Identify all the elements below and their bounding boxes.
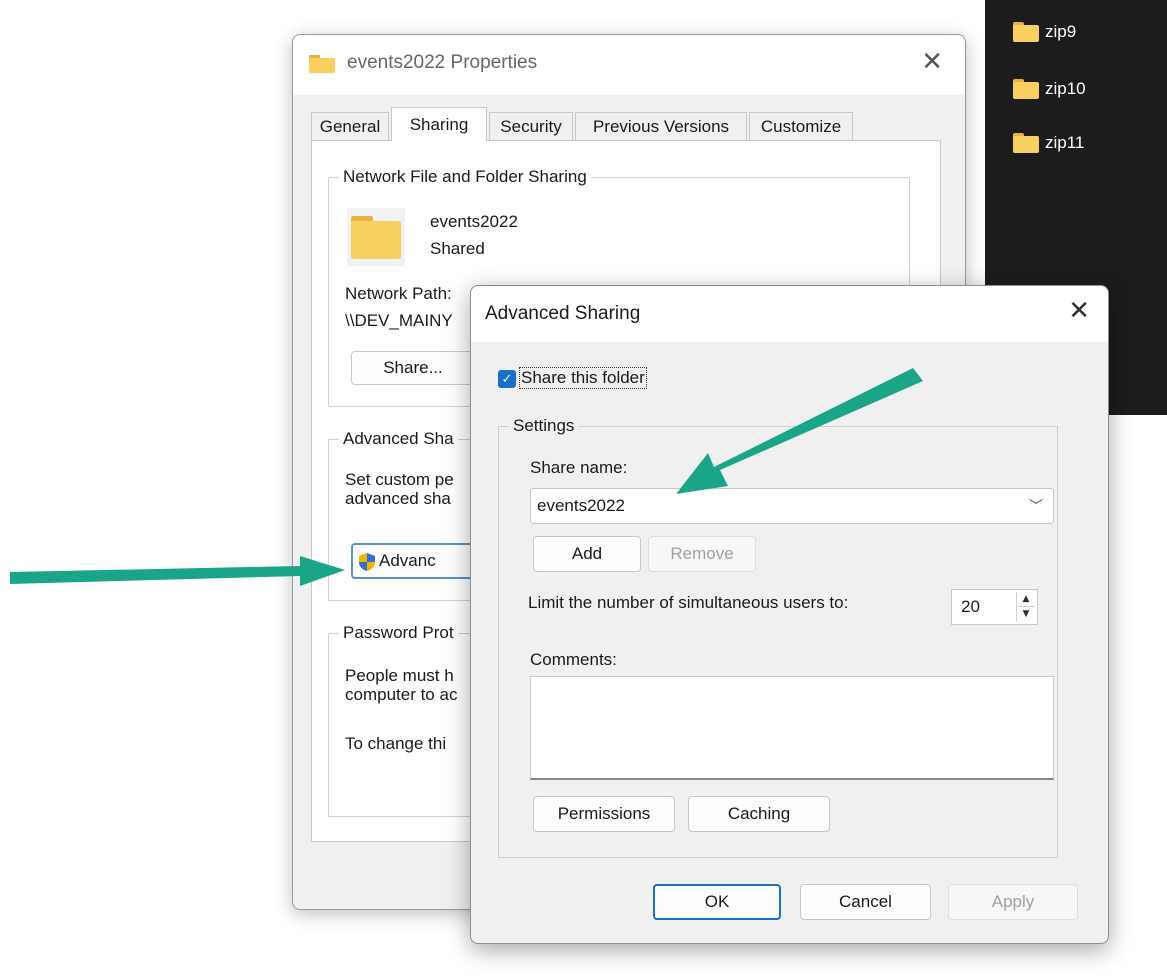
advanced-sharing-description: Set custom pe [345, 470, 454, 489]
add-button[interactable]: Add [533, 536, 641, 572]
caching-button[interactable]: Caching [688, 796, 830, 832]
comments-textarea[interactable] [530, 676, 1054, 780]
folder-item-zip9[interactable]: zip9 [1013, 17, 1076, 47]
share-name-dropdown[interactable]: events2022 ﹀ [530, 488, 1054, 524]
permissions-button[interactable]: Permissions [533, 796, 675, 832]
folder-label: zip9 [1045, 22, 1077, 41]
advanced-sharing-button-label: Advanc [379, 551, 436, 570]
cancel-button[interactable]: Cancel [800, 884, 931, 920]
folder-icon [1013, 22, 1039, 42]
spin-down-icon[interactable]: ▼ [1017, 607, 1035, 621]
folder-icon [347, 208, 405, 266]
folder-label: zip11 [1045, 133, 1085, 152]
tab-general[interactable]: General [311, 112, 389, 140]
folder-icon [309, 55, 335, 73]
password-protection-link-text: To change thi [345, 734, 447, 753]
group-legend: Advanced Sha [339, 429, 458, 449]
user-limit-stepper[interactable]: 20 ▲ ▼ [951, 589, 1038, 625]
apply-button[interactable]: Apply [948, 884, 1078, 920]
share-button[interactable]: Share... [351, 351, 475, 385]
shared-folder-status: Shared [430, 239, 485, 258]
group-legend: Password Prot [339, 623, 458, 643]
folder-label: zip10 [1045, 79, 1086, 98]
remove-button[interactable]: Remove [648, 536, 756, 572]
folder-item-zip11[interactable]: zip11 [1013, 128, 1084, 158]
spin-control: ▲ ▼ [1016, 592, 1035, 622]
ok-button[interactable]: OK [653, 884, 781, 920]
network-path-label: Network Path: [345, 284, 452, 303]
shield-icon [359, 553, 375, 571]
group-legend: Settings [509, 416, 579, 436]
shared-folder-name: events2022 [430, 212, 518, 231]
share-folder-checkbox[interactable]: ✓ [498, 370, 516, 388]
network-path-value: \\DEV_MAINY [345, 311, 453, 330]
folder-icon [1013, 79, 1039, 99]
spin-up-icon[interactable]: ▲ [1017, 592, 1035, 607]
user-limit-label: Limit the number of simultaneous users t… [528, 593, 849, 612]
advanced-sharing-description: advanced sha [345, 489, 451, 508]
comments-label: Comments: [530, 650, 617, 669]
share-name-label: Share name: [530, 458, 628, 477]
share-folder-label[interactable]: Share this folder [519, 367, 647, 389]
group-legend: Network File and Folder Sharing [339, 167, 591, 187]
tab-previous-versions[interactable]: Previous Versions [575, 112, 747, 140]
advanced-sharing-title: Advanced Sharing [485, 303, 641, 324]
tab-security[interactable]: Security [489, 112, 573, 140]
checkmark-icon: ✓ [501, 371, 513, 387]
advanced-sharing-dialog: Advanced Sharing ✕ ✓ Share this folder S… [470, 285, 1109, 944]
properties-titlebar[interactable]: events2022 Properties ✕ [293, 35, 965, 95]
folder-icon [1013, 133, 1039, 153]
password-protection-description: People must h [345, 666, 454, 685]
tab-sharing[interactable]: Sharing [391, 107, 487, 141]
close-icon[interactable]: ✕ [1068, 296, 1090, 326]
properties-title: events2022 Properties [347, 52, 538, 73]
advanced-sharing-titlebar[interactable]: Advanced Sharing ✕ [471, 286, 1108, 342]
password-protection-description: computer to ac [345, 685, 458, 704]
chevron-down-icon: ﹀ [1029, 499, 1043, 515]
close-icon[interactable]: ✕ [921, 47, 943, 77]
share-name-value: events2022 [537, 496, 625, 515]
tab-customize[interactable]: Customize [749, 112, 853, 140]
folder-item-zip10[interactable]: zip10 [1013, 74, 1086, 104]
user-limit-value: 20 [961, 597, 980, 616]
